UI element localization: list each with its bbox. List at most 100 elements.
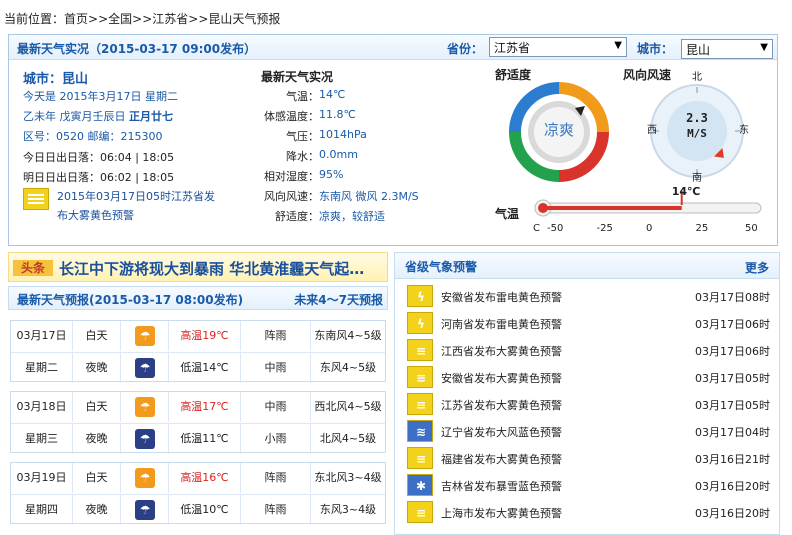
icon-glyph: ☂ [139, 432, 151, 446]
warning-item[interactable]: ≡ 上海市发布大雾黄色预警 03月16日20时 [403, 499, 775, 525]
wind-warning-icon: ≋ [407, 420, 433, 442]
warning-item[interactable]: ≡ 福建省发布大雾黄色预警 03月16日21时 [403, 445, 775, 471]
forecast-icon-cell: ☂ [121, 392, 169, 422]
zip-code: 区号：0520 邮编：215300 [23, 130, 163, 143]
obs-value-comfort: 凉爽，较舒适 [319, 210, 385, 223]
icon-glyph: ≡ [415, 398, 427, 412]
city-select[interactable]: 昆山 ▼ [681, 39, 773, 59]
warning-link[interactable]: 2015年03月17日05时江苏省发布大雾黄色预警 [57, 187, 223, 225]
warning-text[interactable]: 江西省发布大雾黄色预警 [441, 343, 562, 359]
warning-time: 03月17日05时 [695, 372, 770, 385]
obs-value-wind: 东南风 微风 2.3M/S [319, 190, 419, 203]
city-title: 城市：昆山 [23, 72, 89, 87]
warning-text[interactable]: 福建省发布大雾黄色预警 [441, 451, 562, 467]
forecast-row: 03月17日 白天 ☂ 高温19℃ 阵雨 东南风4~5级 [11, 321, 385, 351]
obs-label-feels: 体感温度： [264, 110, 319, 123]
forecast-weather: 阵雨 [241, 495, 311, 525]
warning-time: 03月17日04时 [695, 426, 770, 439]
forecast-wind: 西北风4~5级 [314, 400, 382, 413]
comfort-value: 凉爽 [543, 121, 574, 139]
warning-text[interactable]: 安徽省发布大雾黄色预警 [441, 370, 562, 386]
temperature-marker-value: 14℃ [671, 185, 701, 198]
forecast-day: 03月17日 白天 ☂ 高温19℃ 阵雨 东南风4~5级 星期二 夜晚 ☂ 低温14℃ 中雨 东风4~… [10, 320, 386, 383]
fog-warning-icon: ≡ [407, 393, 433, 415]
breadcrumb-national[interactable]: 全国 [108, 12, 132, 26]
city-label: 城市： [637, 42, 674, 56]
forecast-day: 03月18日 白天 ☂ 高温17℃ 中雨 西北风4~5级 星期三 夜晚 ☂ 低温11℃ 小雨 北风4~… [10, 391, 386, 454]
forecast-period: 白天 [73, 392, 121, 422]
breadcrumb-home[interactable]: 首页 [64, 12, 88, 26]
province-select[interactable]: 江苏省 ▼ [489, 37, 627, 57]
breadcrumb-current: 昆山天气预报 [208, 12, 281, 26]
warning-time: 03月16日20时 [695, 507, 770, 520]
warning-time: 03月17日06时 [695, 318, 770, 331]
forecast-temp: 高温16℃ [169, 463, 241, 493]
compass-west: 西 [647, 125, 657, 136]
forecast-temp: 低温14℃ [169, 353, 241, 383]
forecast-icon-cell: ☂ [121, 463, 169, 493]
warning-text[interactable]: 吉林省发布暴雪蓝色预警 [441, 478, 562, 494]
forecast-period: 白天 [73, 463, 121, 493]
warning-item[interactable]: ≡ 安徽省发布大雾黄色预警 03月17日05时 [403, 364, 775, 390]
temp-tick: -50 [547, 223, 564, 234]
forecast-wind: 东北风3~4级 [314, 471, 382, 484]
warning-item[interactable]: ≡ 江苏省发布大雾黄色预警 03月17日05时 [403, 391, 775, 417]
warning-item[interactable]: ϟ 河南省发布雷电黄色预警 03月17日06时 [403, 310, 775, 336]
warning-item[interactable]: ≡ 江西省发布大雾黄色预警 03月17日06时 [403, 337, 775, 363]
forecast-weather: 中雨 [241, 392, 311, 422]
fog-warning-icon: ≡ [407, 366, 433, 388]
snow-warning-icon: ✱ [407, 474, 433, 496]
forecast-weather: 阵雨 [241, 321, 311, 351]
fog-warning-icon[interactable] [23, 188, 49, 210]
obs-value-pressure: 1014hPa [319, 128, 367, 141]
temperature-fill [543, 206, 682, 210]
warning-text[interactable]: 上海市发布大雾黄色预警 [441, 505, 562, 521]
breadcrumb-province[interactable]: 江苏省 [152, 12, 188, 26]
forecast-date: 03月18日 [11, 392, 73, 422]
obs-label-comfort: 舒适度： [275, 210, 319, 223]
forecast-row: 星期二 夜晚 ☂ 低温14℃ 中雨 东风4~5级 [11, 352, 385, 383]
forecast-day: 03月19日 白天 ☂ 高温16℃ 阵雨 东北风3~4级 星期四 夜晚 ☂ 低温10℃ 阵雨 东风3~… [10, 462, 386, 525]
forecast-wind: 东风4~5级 [319, 361, 377, 374]
warning-text[interactable]: 河南省发布雷电黄色预警 [441, 316, 562, 332]
forecast-row: 03月18日 白天 ☂ 高温17℃ 中雨 西北风4~5级 [11, 392, 385, 422]
forecast-more-link[interactable]: 未来4～7天预报 [294, 291, 383, 308]
icon-glyph: ≡ [415, 371, 427, 385]
icon-glyph: ☂ [139, 503, 151, 517]
warning-item[interactable]: ✱ 吉林省发布暴雪蓝色预警 03月16日20时 [403, 472, 775, 498]
temp-tick: 25 [695, 223, 709, 234]
warning-text[interactable]: 江苏省发布大雾黄色预警 [441, 397, 562, 413]
warning-time: 03月16日21时 [695, 453, 770, 466]
obs-label-pressure: 气压： [286, 130, 319, 143]
fog-warning-icon: ≡ [407, 501, 433, 523]
fog-warning-icon: ≡ [407, 339, 433, 361]
obs-label-precip: 降水： [286, 150, 319, 163]
breadcrumb-sep: >> [132, 12, 153, 26]
icon-glyph: ϟ [417, 317, 425, 331]
warning-text[interactable]: 辽宁省发布大风蓝色预警 [441, 424, 562, 440]
obs-value-precip: 0.0mm [319, 148, 358, 161]
obs-value-humidity: 95% [319, 168, 344, 181]
warning-item[interactable]: ϟ 安徽省发布雷电黄色预警 03月17日08时 [403, 283, 775, 309]
shower-icon: ☂ [135, 468, 155, 488]
province-select-value: 江苏省 [494, 41, 531, 55]
icon-glyph: ≋ [415, 425, 427, 439]
warning-time: 03月17日06时 [695, 345, 770, 358]
headline-tag: 头条 [13, 260, 53, 276]
current-weather-panel: 最新天气实况（2015-03-17 09:00发布） 省份： 江苏省 ▼ 城市：… [8, 34, 778, 246]
forecast-temp: 高温19℃ [169, 321, 241, 351]
chevron-down-icon: ▼ [760, 42, 768, 53]
warning-time: 03月16日20时 [695, 480, 770, 493]
warnings-more-link[interactable]: 更多 [745, 259, 769, 276]
forecast-header: 最新天气预报(2015-03-17 08:00发布) 未来4～7天预报 [8, 286, 388, 310]
lightning-warning-icon: ϟ [407, 285, 433, 307]
headline-link[interactable]: 长江中下游将现大到暴雨 华北黄淮霾天气起… [59, 258, 364, 279]
forecast-row: 03月19日 白天 ☂ 高温16℃ 阵雨 东北风3~4级 [11, 463, 385, 493]
warning-text[interactable]: 安徽省发布雷电黄色预警 [441, 289, 562, 305]
warning-item[interactable]: ≋ 辽宁省发布大风蓝色预警 03月17日04时 [403, 418, 775, 444]
icon-glyph: ✱ [415, 479, 427, 493]
forecast-temp: 低温10℃ [169, 495, 241, 525]
obs-label-temp: 气温： [286, 90, 319, 103]
current-weather-header: 最新天气实况（2015-03-17 09:00发布） 省份： 江苏省 ▼ 城市：… [9, 35, 777, 60]
breadcrumb-sep: >> [188, 12, 209, 26]
